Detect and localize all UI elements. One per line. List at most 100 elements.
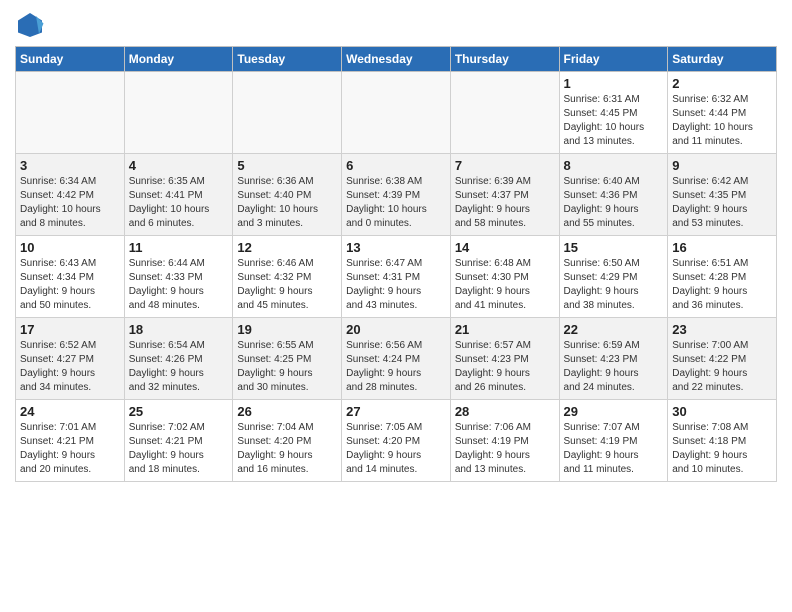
day-number: 5: [237, 158, 337, 173]
calendar-cell: 24 Sunrise: 7:01 AM Sunset: 4:21 PM Dayli…: [16, 400, 125, 482]
calendar-cell: 9Sunrise: 6:42 AM Sunset: 4:35 PM Daylig…: [668, 154, 777, 236]
calendar-cell: 6 Sunrise: 6:38 AM Sunset: 4:39 PM Daylig…: [342, 154, 451, 236]
day-info: Sunrise: 6:43 AM Sunset: 4:34 PM Dayligh…: [20, 257, 120, 313]
day-number: 10: [20, 240, 120, 255]
calendar-cell: 10 Sunrise: 6:43 AM Sunset: 4:34 PM Dayli…: [16, 236, 125, 318]
calendar-cell: 17 Sunrise: 6:52 AM Sunset: 4:27 PM Dayli…: [16, 318, 125, 400]
day-info: Sunrise: 7:04 AM Sunset: 4:20 PM Dayligh…: [237, 421, 337, 477]
calendar-cell: 30 Sunrise: 7:08 AM Sunset: 4:18 PM Dayli…: [668, 400, 777, 482]
day-info: Sunrise: 6:56 AM Sunset: 4:24 PM Dayligh…: [346, 339, 446, 395]
logo-icon: [15, 10, 45, 40]
calendar-table: SundayMondayTuesdayWednesdayThursdayFrid…: [15, 46, 777, 482]
calendar-week-row: 1 Sunrise: 6:31 AM Sunset: 4:45 PM Daylig…: [16, 72, 777, 154]
day-number: 12: [237, 240, 337, 255]
day-number: 23: [672, 322, 772, 337]
day-info: Sunrise: 7:06 AM Sunset: 4:19 PM Dayligh…: [455, 421, 555, 477]
day-info: Sunrise: 6:44 AM Sunset: 4:33 PM Dayligh…: [129, 257, 229, 313]
day-number: 3: [20, 158, 120, 173]
day-info: Sunrise: 6:51 AM Sunset: 4:28 PM Dayligh…: [672, 257, 772, 313]
day-number: 29: [564, 404, 664, 419]
weekday-header-saturday: Saturday: [668, 47, 777, 72]
day-info: Sunrise: 7:01 AM Sunset: 4:21 PM Dayligh…: [20, 421, 120, 477]
calendar-cell: 18Sunrise: 6:54 AM Sunset: 4:26 PM Dayli…: [124, 318, 233, 400]
calendar-week-row: 24 Sunrise: 7:01 AM Sunset: 4:21 PM Dayli…: [16, 400, 777, 482]
calendar-cell: 23Sunrise: 7:00 AM Sunset: 4:22 PM Dayli…: [668, 318, 777, 400]
day-number: 24: [20, 404, 120, 419]
day-info: Sunrise: 6:38 AM Sunset: 4:39 PM Dayligh…: [346, 175, 446, 231]
day-number: 16: [672, 240, 772, 255]
day-number: 30: [672, 404, 772, 419]
calendar-week-row: 17 Sunrise: 6:52 AM Sunset: 4:27 PM Dayli…: [16, 318, 777, 400]
calendar-cell: 21 Sunrise: 6:57 AM Sunset: 4:23 PM Dayli…: [450, 318, 559, 400]
calendar-cell: 12 Sunrise: 6:46 AM Sunset: 4:32 PM Dayli…: [233, 236, 342, 318]
page-header: [15, 10, 777, 40]
day-info: Sunrise: 6:31 AM Sunset: 4:45 PM Dayligh…: [564, 93, 664, 149]
calendar-cell: 16 Sunrise: 6:51 AM Sunset: 4:28 PM Dayli…: [668, 236, 777, 318]
day-info: Sunrise: 6:39 AM Sunset: 4:37 PM Dayligh…: [455, 175, 555, 231]
weekday-header-monday: Monday: [124, 47, 233, 72]
calendar-cell: 19Sunrise: 6:55 AM Sunset: 4:25 PM Dayli…: [233, 318, 342, 400]
weekday-header-friday: Friday: [559, 47, 668, 72]
day-number: 8: [564, 158, 664, 173]
day-number: 14: [455, 240, 555, 255]
calendar-cell: [16, 72, 125, 154]
day-info: Sunrise: 6:34 AM Sunset: 4:42 PM Dayligh…: [20, 175, 120, 231]
calendar-cell: [342, 72, 451, 154]
calendar-cell: 29Sunrise: 7:07 AM Sunset: 4:19 PM Dayli…: [559, 400, 668, 482]
calendar-cell: 8 Sunrise: 6:40 AM Sunset: 4:36 PM Daylig…: [559, 154, 668, 236]
day-info: Sunrise: 6:36 AM Sunset: 4:40 PM Dayligh…: [237, 175, 337, 231]
weekday-header-tuesday: Tuesday: [233, 47, 342, 72]
day-info: Sunrise: 6:55 AM Sunset: 4:25 PM Dayligh…: [237, 339, 337, 395]
calendar-cell: 27Sunrise: 7:05 AM Sunset: 4:20 PM Dayli…: [342, 400, 451, 482]
day-number: 1: [564, 76, 664, 91]
day-info: Sunrise: 7:02 AM Sunset: 4:21 PM Dayligh…: [129, 421, 229, 477]
day-number: 25: [129, 404, 229, 419]
calendar-cell: 1 Sunrise: 6:31 AM Sunset: 4:45 PM Daylig…: [559, 72, 668, 154]
day-number: 7: [455, 158, 555, 173]
day-info: Sunrise: 6:32 AM Sunset: 4:44 PM Dayligh…: [672, 93, 772, 149]
calendar-week-row: 3 Sunrise: 6:34 AM Sunset: 4:42 PM Daylig…: [16, 154, 777, 236]
calendar-cell: 13Sunrise: 6:47 AM Sunset: 4:31 PM Dayli…: [342, 236, 451, 318]
day-number: 20: [346, 322, 446, 337]
calendar-week-row: 10 Sunrise: 6:43 AM Sunset: 4:34 PM Dayli…: [16, 236, 777, 318]
weekday-header-row: SundayMondayTuesdayWednesdayThursdayFrid…: [16, 47, 777, 72]
calendar-cell: 11 Sunrise: 6:44 AM Sunset: 4:33 PM Dayli…: [124, 236, 233, 318]
calendar-cell: 20 Sunrise: 6:56 AM Sunset: 4:24 PM Dayli…: [342, 318, 451, 400]
day-number: 11: [129, 240, 229, 255]
day-number: 6: [346, 158, 446, 173]
day-number: 21: [455, 322, 555, 337]
calendar-cell: 14 Sunrise: 6:48 AM Sunset: 4:30 PM Dayli…: [450, 236, 559, 318]
logo: [15, 10, 49, 40]
weekday-header-wednesday: Wednesday: [342, 47, 451, 72]
calendar-cell: 22Sunrise: 6:59 AM Sunset: 4:23 PM Dayli…: [559, 318, 668, 400]
day-info: Sunrise: 7:08 AM Sunset: 4:18 PM Dayligh…: [672, 421, 772, 477]
calendar-cell: 15 Sunrise: 6:50 AM Sunset: 4:29 PM Dayli…: [559, 236, 668, 318]
calendar-cell: 4Sunrise: 6:35 AM Sunset: 4:41 PM Daylig…: [124, 154, 233, 236]
day-number: 17: [20, 322, 120, 337]
day-number: 4: [129, 158, 229, 173]
day-info: Sunrise: 6:50 AM Sunset: 4:29 PM Dayligh…: [564, 257, 664, 313]
calendar-cell: [124, 72, 233, 154]
calendar-cell: 25 Sunrise: 7:02 AM Sunset: 4:21 PM Dayli…: [124, 400, 233, 482]
weekday-header-thursday: Thursday: [450, 47, 559, 72]
day-info: Sunrise: 6:40 AM Sunset: 4:36 PM Dayligh…: [564, 175, 664, 231]
day-info: Sunrise: 6:46 AM Sunset: 4:32 PM Dayligh…: [237, 257, 337, 313]
day-number: 15: [564, 240, 664, 255]
calendar-cell: 3 Sunrise: 6:34 AM Sunset: 4:42 PM Daylig…: [16, 154, 125, 236]
day-info: Sunrise: 6:47 AM Sunset: 4:31 PM Dayligh…: [346, 257, 446, 313]
day-info: Sunrise: 6:57 AM Sunset: 4:23 PM Dayligh…: [455, 339, 555, 395]
calendar-cell: [233, 72, 342, 154]
day-info: Sunrise: 6:48 AM Sunset: 4:30 PM Dayligh…: [455, 257, 555, 313]
calendar-cell: 7 Sunrise: 6:39 AM Sunset: 4:37 PM Daylig…: [450, 154, 559, 236]
day-info: Sunrise: 7:05 AM Sunset: 4:20 PM Dayligh…: [346, 421, 446, 477]
calendar-cell: [450, 72, 559, 154]
calendar-cell: 28 Sunrise: 7:06 AM Sunset: 4:19 PM Dayli…: [450, 400, 559, 482]
day-info: Sunrise: 6:59 AM Sunset: 4:23 PM Dayligh…: [564, 339, 664, 395]
calendar-cell: 5 Sunrise: 6:36 AM Sunset: 4:40 PM Daylig…: [233, 154, 342, 236]
day-number: 18: [129, 322, 229, 337]
day-info: Sunrise: 6:52 AM Sunset: 4:27 PM Dayligh…: [20, 339, 120, 395]
day-number: 28: [455, 404, 555, 419]
weekday-header-sunday: Sunday: [16, 47, 125, 72]
day-number: 26: [237, 404, 337, 419]
day-number: 2: [672, 76, 772, 91]
